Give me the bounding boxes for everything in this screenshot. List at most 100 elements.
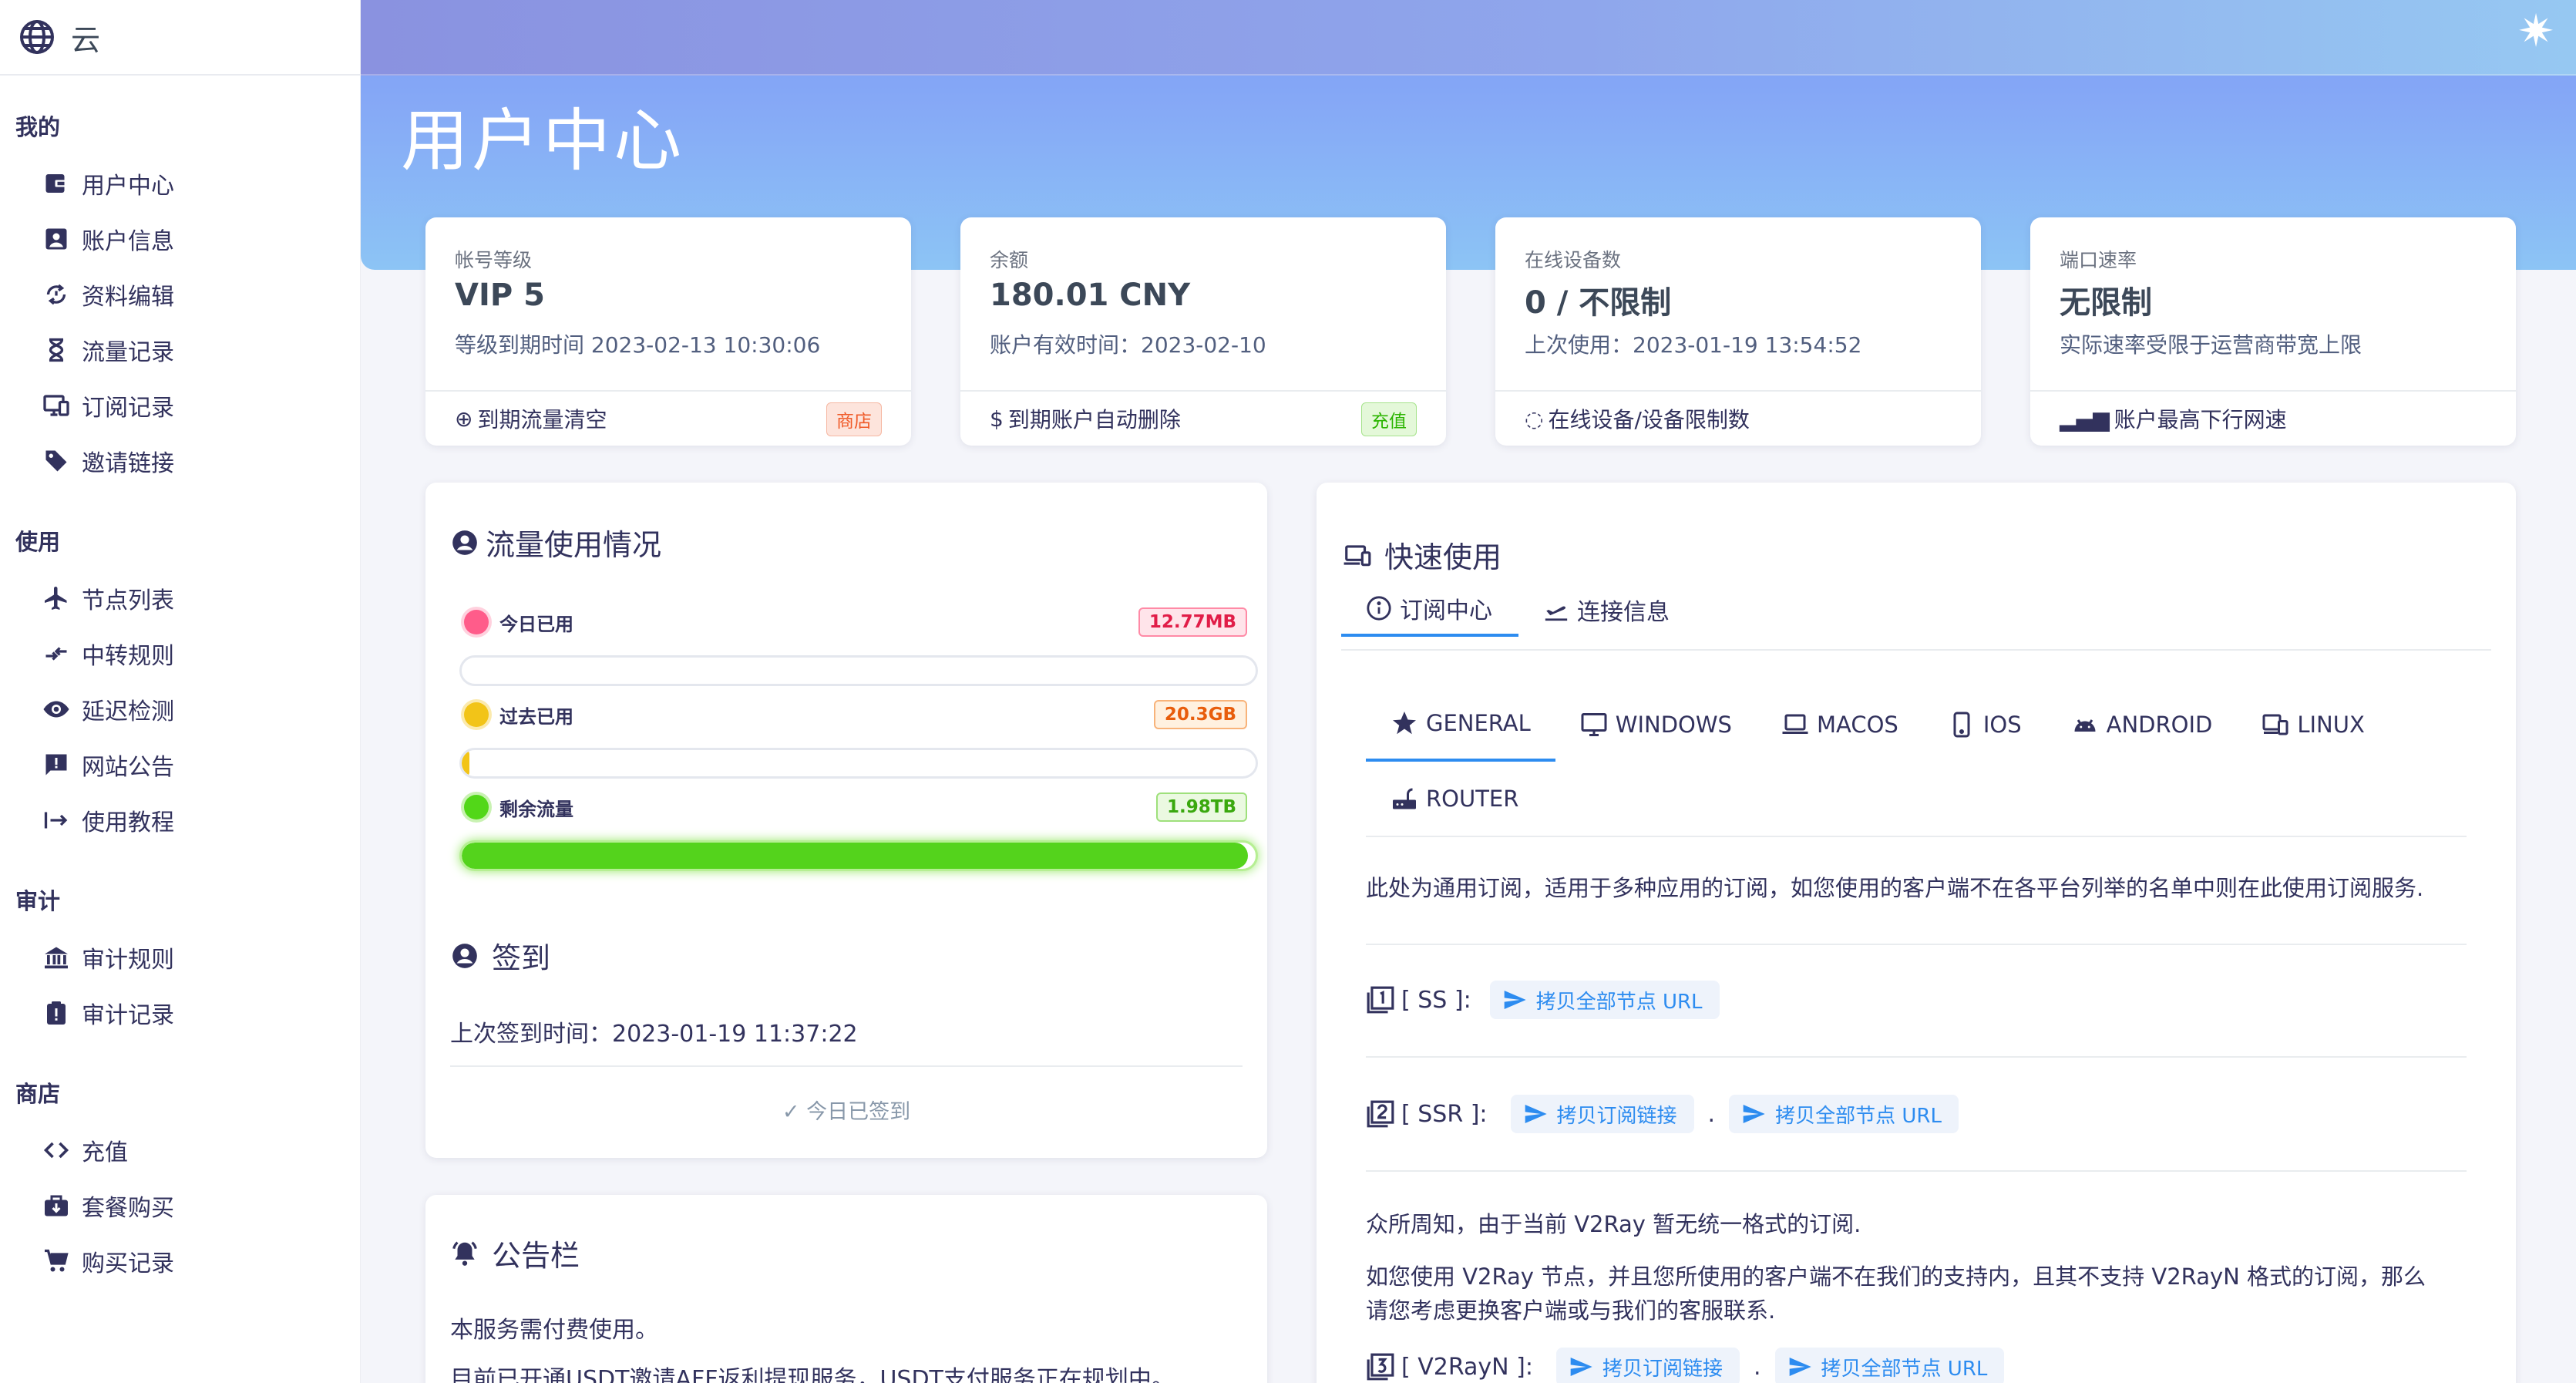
sidebar-item-label: 订阅记录	[82, 395, 174, 422]
tab-macos[interactable]: MACOS	[1757, 688, 1923, 762]
shop-badge[interactable]: 商店	[826, 402, 882, 436]
stat-value: 无限制	[2060, 285, 2152, 321]
copy-all-nodes-button[interactable]: 拷贝全部节点 URL	[1729, 1095, 1959, 1133]
sidebar-item-purchase-log[interactable]: 购买记录	[0, 1233, 360, 1289]
sidebar-item-traffic-log[interactable]: 流量记录	[0, 322, 360, 378]
traffic-row-remaining: 剩余流量 1.98TB	[453, 788, 1247, 826]
tab-general[interactable]: GENERAL	[1366, 688, 1555, 762]
recharge-badge[interactable]: 充值	[1361, 402, 1417, 436]
sidebar-item-audit-log[interactable]: 审计记录	[0, 985, 360, 1041]
general-description: 此处为通用订阅，适用于多种应用的订阅，如您使用的客户端不在各平台列举的名单中则在…	[1366, 875, 2424, 901]
copy-all-nodes-button[interactable]: 拷贝全部节点 URL	[1774, 1348, 2005, 1383]
divider	[425, 390, 911, 392]
devices-icon	[1343, 544, 1371, 566]
numeric-3-box-icon	[1367, 1353, 1394, 1381]
copy-subscription-button[interactable]: 拷贝订阅链接	[1555, 1348, 1740, 1383]
copy-all-nodes-button[interactable]: 拷贝全部节点 URL	[1489, 981, 1720, 1019]
sidebar-item-label: 使用教程	[82, 809, 174, 836]
sidebar-item-subscription-log[interactable]: 订阅记录	[0, 378, 360, 433]
divider	[960, 390, 1446, 392]
checkin-title-text: 签到	[492, 941, 551, 975]
dollar-icon: $	[990, 405, 1004, 432]
sidebar: 云 我的 用户中心 账户信息 资料编辑 流量记录 订阅记录 邀请链接 使用 节点…	[0, 0, 361, 1383]
laptop-icon	[1782, 714, 1808, 734]
checkin-last-time: 上次签到时间：2023-01-19 11:37:22	[450, 1021, 858, 1048]
separator-dot: .	[1707, 1100, 1716, 1128]
sidebar-item-audit-rules[interactable]: 审计规则	[0, 930, 360, 985]
sidebar-item-package-purchase[interactable]: 套餐购买	[0, 1178, 360, 1233]
chip-label: 拷贝全部节点 URL	[1821, 1357, 1988, 1381]
traffic-bar-today	[459, 655, 1258, 686]
sidebar-item-label: 账户信息	[82, 228, 174, 255]
signal-bars-icon: ▂▄▆	[2060, 405, 2110, 432]
status-dot	[464, 795, 489, 819]
tab-connection-info[interactable]: 连接信息	[1518, 583, 1696, 637]
star-icon	[1393, 712, 1416, 735]
stat-label: 余额	[990, 249, 1029, 271]
stat-footer: $ 到期账户自动删除	[990, 401, 1181, 436]
sync-icon	[40, 278, 72, 311]
sidebar-item-label: 网站公告	[82, 754, 174, 781]
sidebar-item-relay-rules[interactable]: 中转规则	[0, 626, 360, 681]
stat-label: 端口速率	[2060, 249, 2137, 271]
airplane-takeoff-icon	[1545, 606, 1568, 621]
cellphone-icon	[1953, 712, 1970, 738]
sidebar-item-invite-link[interactable]: 邀请链接	[0, 433, 360, 489]
sidebar-item-latency-test[interactable]: 延迟检测	[0, 681, 360, 737]
sidebar-item-node-list[interactable]: 节点列表	[0, 570, 360, 626]
copy-subscription-button[interactable]: 拷贝订阅链接	[1510, 1095, 1694, 1133]
chip-label: 拷贝全部节点 URL	[1775, 1104, 1942, 1128]
os-tab-label: WINDOWS	[1615, 712, 1732, 738]
sidebar-section-use: 使用	[15, 529, 61, 555]
sidebar-item-profile-edit[interactable]: 资料编辑	[0, 267, 360, 322]
sidebar-item-label: 流量记录	[82, 339, 174, 366]
code-icon	[40, 1134, 72, 1166]
cart-icon	[40, 1245, 72, 1277]
clipboard-alert-icon	[40, 997, 72, 1029]
eye-icon	[40, 693, 72, 725]
progress-fill	[462, 843, 1248, 869]
compass-star-icon[interactable]: ✷	[2511, 6, 2561, 56]
divider	[1366, 836, 2467, 837]
sidebar-item-label: 延迟检测	[82, 698, 174, 725]
sidebar-section-mine: 我的	[15, 114, 61, 140]
android-icon	[2074, 719, 2096, 732]
sidebar-item-tutorial[interactable]: 使用教程	[0, 792, 360, 848]
tab-router[interactable]: ROUTER	[1366, 762, 1543, 836]
sidebar-item-user-center[interactable]: 用户中心	[0, 156, 360, 211]
quick-tabs: 订阅中心 连接信息	[1341, 583, 1696, 637]
notice-title: 公告栏	[450, 1232, 580, 1274]
sidebar-item-recharge[interactable]: 充值	[0, 1122, 360, 1178]
tab-windows[interactable]: WINDOWS	[1555, 688, 1757, 762]
info-icon	[1367, 596, 1391, 621]
stat-card-speed: 端口速率 无限制 实际速率受限于运营商带宽上限 ▂▄▆ 账户最高下行网速	[2030, 217, 2516, 446]
monitor-icon	[40, 389, 72, 422]
stat-footer: ▂▄▆ 账户最高下行网速	[2060, 401, 2287, 436]
sidebar-item-label: 用户中心	[82, 173, 174, 200]
traffic-bar-past	[459, 748, 1258, 779]
status-dot	[464, 702, 489, 727]
v2ray-note: 众所周知，由于当前 V2Ray 暂无统一格式的订阅.	[1366, 1211, 1861, 1237]
tab-linux[interactable]: LINUX	[2237, 688, 2389, 762]
traffic-row-today: 今日已用 12.77MB	[453, 603, 1247, 641]
send-icon	[1789, 1358, 1811, 1376]
sidebar-item-label: 购买记录	[82, 1250, 174, 1277]
traffic-label: 过去已用	[499, 705, 573, 728]
tab-subscription-center[interactable]: 订阅中心	[1341, 583, 1518, 637]
divider	[2030, 390, 2516, 392]
monitor-icon	[1581, 713, 1607, 736]
router-icon	[1393, 788, 1416, 809]
sidebar-item-account-info[interactable]: 账户信息	[0, 211, 360, 267]
brand[interactable]: 云	[0, 0, 360, 76]
sidebar-item-label: 中转规则	[82, 643, 174, 670]
sidebar-item-announcements[interactable]: 网站公告	[0, 737, 360, 792]
tab-android[interactable]: ANDROID	[2046, 688, 2238, 762]
tab-ios[interactable]: IOS	[1923, 688, 2046, 762]
quick-use-title-text: 快速使用	[1384, 540, 1502, 574]
v2ray-note: 请您考虑更换客户端或与我们的客服联系.	[1366, 1297, 1776, 1324]
os-tab-label: ROUTER	[1426, 786, 1519, 812]
send-icon	[1570, 1358, 1592, 1376]
stat-card-devices: 在线设备数 0 / 不限制 上次使用：2023-01-19 13:54:52 ◌…	[1495, 217, 1981, 446]
globe-icon	[20, 20, 54, 54]
divider	[1495, 390, 1981, 392]
